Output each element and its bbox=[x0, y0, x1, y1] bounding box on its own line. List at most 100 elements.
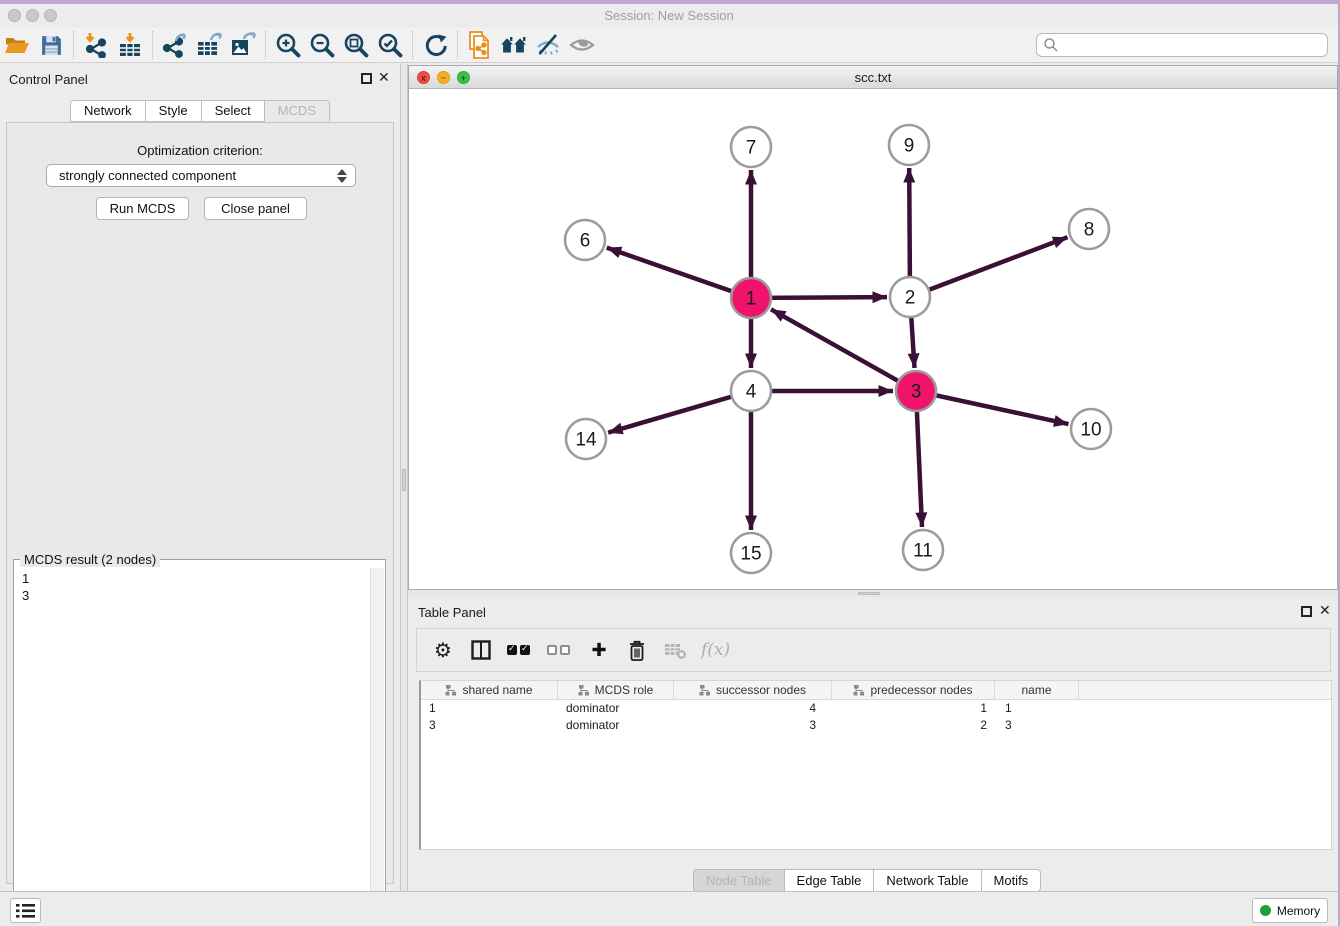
close-panel-button[interactable]: Close panel bbox=[204, 197, 307, 220]
graph-svg[interactable]: 1234678910111415 bbox=[409, 89, 1337, 589]
close-panel-icon[interactable]: ✕ bbox=[1319, 602, 1331, 619]
search-input[interactable] bbox=[1036, 33, 1328, 57]
column-header[interactable]: name bbox=[995, 681, 1079, 699]
table-panel: Table Panel ✕ ⚙ ✚ f(x) shared name MCDS … bbox=[408, 597, 1338, 895]
toolbar-separator bbox=[152, 31, 153, 59]
screen: Session: New Session bbox=[0, 0, 1340, 926]
cell-name[interactable]: 1 bbox=[995, 700, 1079, 717]
graph-node-label: 11 bbox=[913, 541, 933, 562]
column-type-icon bbox=[699, 684, 711, 696]
save-session-icon[interactable] bbox=[34, 30, 68, 60]
tab-style[interactable]: Style bbox=[145, 100, 201, 122]
task-history-button[interactable] bbox=[10, 898, 41, 923]
cell-successor-nodes[interactable]: 3 bbox=[674, 717, 832, 734]
cell-shared-name[interactable]: 1 bbox=[421, 700, 558, 717]
export-image-icon[interactable] bbox=[226, 30, 260, 60]
criterion-select[interactable]: strongly connected component bbox=[46, 164, 356, 187]
mcds-result-box: MCDS result (2 nodes) 1 3 bbox=[13, 559, 386, 926]
cell-shared-name[interactable]: 3 bbox=[421, 717, 558, 734]
add-column-icon[interactable]: ✚ bbox=[587, 636, 611, 664]
graph-node-label: 15 bbox=[740, 544, 761, 565]
horizontal-splitter[interactable] bbox=[408, 590, 1338, 597]
first-neighbors-icon[interactable] bbox=[497, 30, 531, 60]
show-all-icon[interactable] bbox=[565, 30, 599, 60]
tab-network-table[interactable]: Network Table bbox=[873, 869, 980, 892]
column-header[interactable]: MCDS role bbox=[558, 681, 674, 699]
cell-name[interactable]: 3 bbox=[995, 717, 1079, 734]
deselect-all-icon[interactable] bbox=[547, 636, 573, 664]
run-mcds-button[interactable]: Run MCDS bbox=[96, 197, 189, 220]
memory-label: Memory bbox=[1277, 904, 1320, 918]
float-panel-icon[interactable] bbox=[1301, 606, 1312, 617]
select-all-icon[interactable] bbox=[507, 636, 533, 664]
cell-predecessor-nodes[interactable]: 2 bbox=[832, 717, 995, 734]
column-label: predecessor nodes bbox=[870, 683, 972, 697]
function-builder-icon[interactable]: f(x) bbox=[701, 636, 730, 664]
graph-node-label: 3 bbox=[911, 382, 922, 403]
splitter-grip[interactable] bbox=[858, 592, 880, 595]
column-header[interactable]: successor nodes bbox=[674, 681, 832, 699]
optimization-criterion-label: Optimization criterion: bbox=[7, 143, 393, 158]
graph-node-label: 2 bbox=[905, 288, 916, 309]
vertical-splitter[interactable] bbox=[400, 64, 408, 895]
mcds-result-title: MCDS result (2 nodes) bbox=[20, 552, 160, 567]
result-scrollbar[interactable] bbox=[370, 568, 384, 926]
zoom-in-icon[interactable] bbox=[271, 30, 305, 60]
graph-node-label: 10 bbox=[1080, 420, 1101, 441]
column-header[interactable]: shared name bbox=[421, 681, 558, 699]
graph-edge-2-8[interactable] bbox=[910, 237, 1068, 297]
network-canvas[interactable]: 1234678910111415 bbox=[409, 89, 1337, 589]
export-table-icon[interactable] bbox=[192, 30, 226, 60]
tab-node-table[interactable]: Node Table bbox=[693, 869, 784, 892]
table-header-row: shared name MCDS role successor nodes pr… bbox=[421, 681, 1331, 700]
toolbar-separator bbox=[265, 31, 266, 59]
tab-mcds[interactable]: MCDS bbox=[264, 100, 330, 122]
cell-mcds-role[interactable]: dominator bbox=[558, 700, 674, 717]
graph-node-label: 4 bbox=[746, 382, 757, 403]
delete-table-icon[interactable] bbox=[663, 636, 687, 664]
new-network-from-selection-icon[interactable] bbox=[463, 30, 497, 60]
criterion-value: strongly connected component bbox=[59, 168, 236, 183]
zoom-selected-icon[interactable] bbox=[373, 30, 407, 60]
split-column-icon[interactable] bbox=[469, 636, 493, 664]
control-panel-header: Control Panel ✕ bbox=[0, 64, 400, 94]
zoom-fit-icon[interactable] bbox=[339, 30, 373, 60]
hide-selected-icon[interactable] bbox=[531, 30, 565, 60]
graph-edge-4-14[interactable] bbox=[608, 391, 751, 433]
close-panel-icon[interactable]: ✕ bbox=[378, 69, 390, 86]
apply-layout-icon[interactable] bbox=[418, 30, 452, 60]
session-title: Session: New Session bbox=[0, 8, 1338, 23]
gear-icon[interactable]: ⚙ bbox=[431, 636, 455, 664]
splitter-grip[interactable] bbox=[402, 469, 406, 491]
import-network-icon[interactable] bbox=[79, 30, 113, 60]
table-row[interactable]: 1 dominator 4 1 1 bbox=[421, 700, 1331, 717]
cell-mcds-role[interactable]: dominator bbox=[558, 717, 674, 734]
network-window-title: scc.txt bbox=[409, 70, 1337, 85]
tab-network[interactable]: Network bbox=[70, 100, 145, 122]
graph-node-label: 1 bbox=[746, 289, 757, 310]
graph-edge-3-10[interactable] bbox=[916, 391, 1069, 424]
tab-select[interactable]: Select bbox=[201, 100, 264, 122]
cell-successor-nodes[interactable]: 4 bbox=[674, 700, 832, 717]
mcds-result-value: 3 bbox=[22, 587, 370, 604]
zoom-out-icon[interactable] bbox=[305, 30, 339, 60]
cell-predecessor-nodes[interactable]: 1 bbox=[832, 700, 995, 717]
memory-button[interactable]: Memory bbox=[1252, 898, 1328, 923]
node-table: shared name MCDS role successor nodes pr… bbox=[419, 680, 1332, 850]
search-icon bbox=[1043, 37, 1059, 53]
graph-edge-1-6[interactable] bbox=[607, 248, 751, 298]
mcds-result-list[interactable]: 1 3 bbox=[15, 568, 370, 926]
network-window-titlebar[interactable]: x − + scc.txt bbox=[409, 66, 1337, 89]
open-file-icon[interactable] bbox=[0, 30, 34, 60]
graph-edge-3-1[interactable] bbox=[771, 309, 916, 391]
export-network-icon[interactable] bbox=[158, 30, 192, 60]
toolbar-separator bbox=[412, 31, 413, 59]
float-panel-icon[interactable] bbox=[361, 73, 372, 84]
memory-status-icon bbox=[1260, 905, 1271, 916]
table-row[interactable]: 3 dominator 3 2 3 bbox=[421, 717, 1331, 734]
tab-motifs[interactable]: Motifs bbox=[981, 869, 1042, 892]
column-header[interactable]: predecessor nodes bbox=[832, 681, 995, 699]
tab-edge-table[interactable]: Edge Table bbox=[784, 869, 874, 892]
delete-column-icon[interactable] bbox=[625, 636, 649, 664]
import-table-icon[interactable] bbox=[113, 30, 147, 60]
